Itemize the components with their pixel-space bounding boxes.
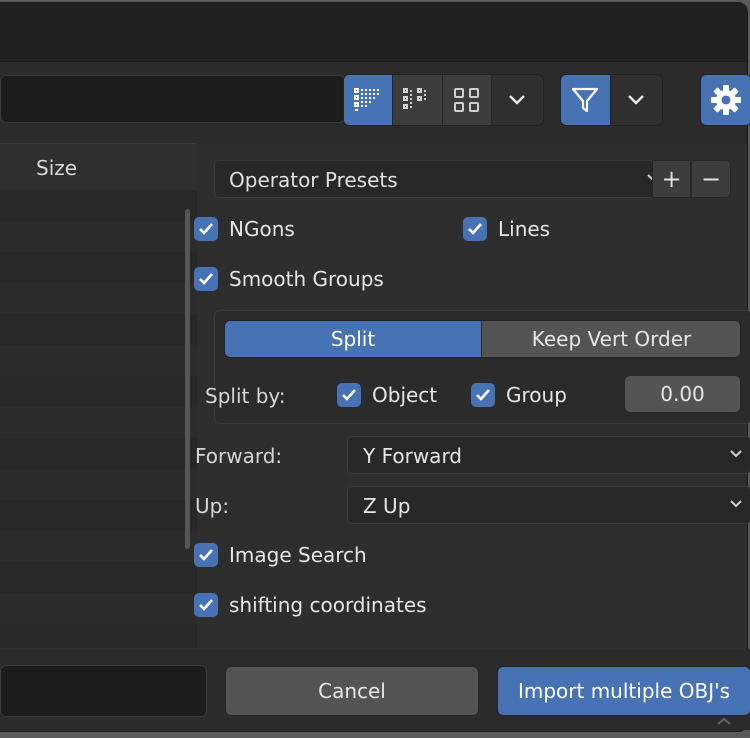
split-by-label: Split by: [205,384,286,408]
shifting-coordinates-checkbox[interactable]: shifting coordinates [194,593,427,617]
operator-presets-label: Operator Presets [229,168,398,192]
column-size-header[interactable]: Size [36,156,77,180]
checkmark-icon [194,267,218,291]
thumbnails-icon [453,88,479,112]
up-label: Up: [195,494,230,518]
remove-preset-button[interactable]: − [691,160,731,198]
split-tab[interactable]: Split [225,321,481,357]
import-button[interactable]: Import multiple OBJ's [497,666,750,716]
smooth-groups-label: Smooth Groups [229,267,384,291]
add-preset-button[interactable]: + [652,160,691,198]
ngons-label: NGons [229,217,295,241]
operator-presets-dropdown[interactable]: Operator Presets [214,160,670,198]
smooth-groups-checkbox[interactable]: Smooth Groups [194,267,384,291]
file-list-header: Size [0,143,197,191]
split-group-label: Group [506,383,567,407]
split-value-field[interactable]: 0.00 [624,375,741,413]
chevron-down-icon [628,95,645,105]
shifting-coordinates-label: shifting coordinates [229,593,427,617]
horizontal-list-button[interactable] [393,75,443,125]
forward-label: Forward: [195,444,283,468]
checkmark-icon [337,383,361,407]
file-list-scrollbar[interactable] [185,209,190,549]
display-mode-dropdown[interactable] [491,75,543,125]
filter-icon [572,87,599,113]
split-mode-selector: Split Keep Vert Order [224,320,741,358]
up-axis-dropdown[interactable]: Z Up [347,486,750,524]
filter-toggle-button[interactable] [561,75,611,125]
checkmark-icon [471,383,495,407]
filename-input[interactable] [0,665,207,717]
forward-axis-value: Y Forward [363,444,463,468]
split-group-checkbox[interactable]: Group [471,383,567,407]
checkmark-icon [194,593,218,617]
chevron-down-icon [730,500,742,508]
forward-axis-dropdown[interactable]: Y Forward [347,436,750,474]
keep-vert-order-tab[interactable]: Keep Vert Order [481,321,740,357]
lines-checkbox[interactable]: Lines [463,217,550,241]
file-rows[interactable] [0,190,197,648]
display-mode-selector [343,74,544,126]
resize-handle-icon[interactable] [714,715,734,727]
chevron-down-icon [509,95,526,105]
thumbnails-button[interactable] [442,75,492,125]
filter-control [560,74,663,126]
up-axis-value: Z Up [363,494,411,518]
split-object-label: Object [372,383,438,407]
vertical-list-button[interactable] [344,75,394,125]
checkmark-icon [194,543,218,567]
split-object-checkbox[interactable]: Object [337,383,437,407]
vertical-list-icon [354,88,380,111]
cancel-button[interactable]: Cancel [225,666,479,716]
filter-dropdown[interactable] [610,75,662,125]
image-search-checkbox[interactable]: Image Search [194,543,367,567]
image-search-label: Image Search [229,543,367,567]
settings-button[interactable] [700,74,750,126]
ngons-checkbox[interactable]: NGons [194,217,295,241]
title-bar[interactable] [0,3,747,62]
checkmark-icon [194,217,218,241]
file-list: Size [0,143,197,648]
directory-path-input[interactable] [0,75,345,123]
horizontal-list-icon [403,88,427,109]
gear-icon [711,85,741,115]
checkmark-icon [463,217,487,241]
lines-label: Lines [498,217,551,241]
chevron-down-icon [730,450,742,458]
